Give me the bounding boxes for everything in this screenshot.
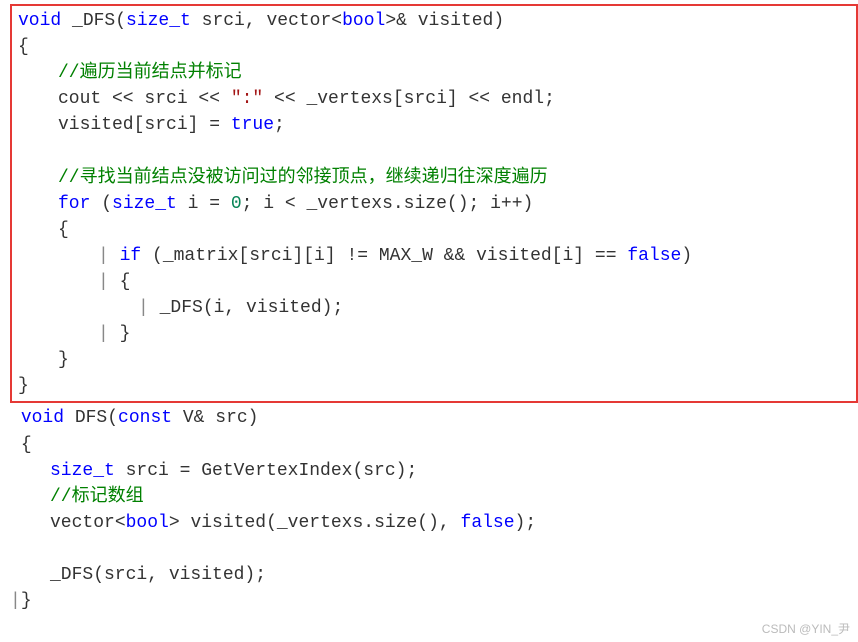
watermark-text: CSDN @YIN_尹	[762, 621, 850, 638]
code-line: for (size_t i = 0; i < _vertexs.size(); …	[18, 191, 850, 217]
code-line: vector<bool> visited(_vertexs.size(), fa…	[10, 510, 858, 536]
keyword-sizet: size_t	[126, 11, 191, 31]
code-line: {	[18, 34, 850, 60]
keyword-false: false	[627, 246, 681, 266]
code-block: void _DFS(size_t srci, vector<bool>& vis…	[0, 0, 858, 614]
code-line: {	[18, 217, 850, 243]
keyword-bool: bool	[342, 11, 385, 31]
highlighted-function: void _DFS(size_t srci, vector<bool>& vis…	[10, 4, 858, 403]
code-line: | {	[18, 269, 850, 295]
code-line: | if (_matrix[srci][i] != MAX_W && visit…	[18, 243, 850, 269]
code-line: size_t srci = GetVertexIndex(src);	[10, 458, 858, 484]
keyword-if: if	[120, 246, 142, 266]
keyword-const: const	[118, 408, 172, 428]
code-line: cout << srci << ":" << _vertexs[srci] <<…	[18, 86, 850, 112]
code-line: |}	[10, 588, 858, 614]
keyword-sizet: size_t	[50, 461, 115, 481]
blank-line	[10, 536, 858, 562]
comment-line: //遍历当前结点并标记	[18, 60, 850, 86]
code-line: {	[10, 432, 858, 458]
comment-line: //寻找当前结点没被访问过的邻接顶点，继续递归往深度遍历	[18, 165, 850, 191]
code-line: | _DFS(i, visited);	[18, 295, 850, 321]
keyword-bool: bool	[126, 513, 169, 533]
code-line: }	[18, 373, 850, 399]
comment-line: //标记数组	[10, 484, 858, 510]
code-line: | }	[18, 321, 850, 347]
code-line: visited[srci] = true;	[18, 112, 850, 138]
keyword-true: true	[231, 115, 274, 135]
keyword-void: void	[18, 11, 61, 31]
code-line: _DFS(srci, visited);	[10, 562, 858, 588]
keyword-void: void	[21, 408, 64, 428]
code-line: void _DFS(size_t srci, vector<bool>& vis…	[18, 8, 850, 34]
string-literal: ":"	[231, 89, 263, 109]
keyword-false: false	[461, 513, 515, 533]
keyword-sizet: size_t	[112, 194, 177, 214]
code-line: void DFS(const V& src)	[10, 405, 858, 431]
code-line: }	[18, 347, 850, 373]
keyword-for: for	[58, 194, 90, 214]
blank-line	[18, 138, 850, 164]
